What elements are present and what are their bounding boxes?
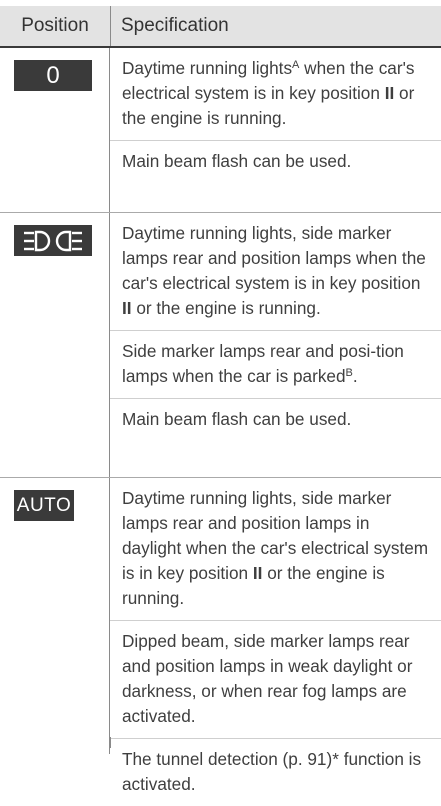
switch-position-0-icon: 0 (14, 60, 92, 91)
position-symbol-text: AUTO (16, 494, 72, 516)
specification-cell: Daytime running lights, side marker lamp… (110, 213, 441, 477)
key-position-bold: II (122, 298, 132, 318)
table-row: Daytime running lights, side marker lamp… (0, 212, 441, 477)
table-header: Position Specification (0, 6, 441, 48)
column-header-position: Position (0, 6, 111, 46)
specification-cell: Daytime running lightsA when the car's e… (110, 48, 441, 212)
position-symbol-text: 0 (46, 61, 60, 89)
key-position-bold: II (384, 83, 395, 103)
specification-paragraph: Daytime running lights, side marker lamp… (122, 488, 429, 608)
position-cell: AUTO (0, 478, 110, 754)
specification-paragraph: The tunnel detection (p. 91)* function i… (110, 738, 441, 806)
position-cell: 0 (0, 48, 110, 212)
column-header-specification: Specification (121, 15, 229, 36)
specification-paragraph: Main beam flash can be used. (110, 398, 441, 441)
specification-paragraph: Main beam flash can be used. (110, 140, 441, 183)
table-row: 0 Daytime running lightsA when the car's… (0, 48, 441, 212)
footnote-marker: B (345, 367, 353, 379)
column-divider (110, 737, 111, 748)
specification-cell: Daytime running lights, side marker lamp… (110, 478, 441, 794)
table-row: AUTO Daytime running lights, side marker… (0, 477, 441, 794)
specification-paragraph: Dipped beam, side marker lamps rear and … (110, 620, 441, 738)
position-cell (0, 213, 110, 477)
specification-table: Position Specification 0 Daytime running… (0, 6, 441, 794)
page-reference-link[interactable]: p. 91 (288, 749, 326, 769)
specification-paragraph: Daytime running lights, side marker lamp… (122, 223, 426, 318)
position-lamps-icon (14, 225, 92, 256)
position-lamps-svg (24, 230, 82, 251)
switch-position-auto-icon: AUTO (14, 490, 74, 521)
specification-paragraph: Side marker lamps rear and posi-tion lam… (110, 330, 441, 398)
specification-paragraph: Daytime running lightsA when the car's e… (122, 58, 415, 128)
